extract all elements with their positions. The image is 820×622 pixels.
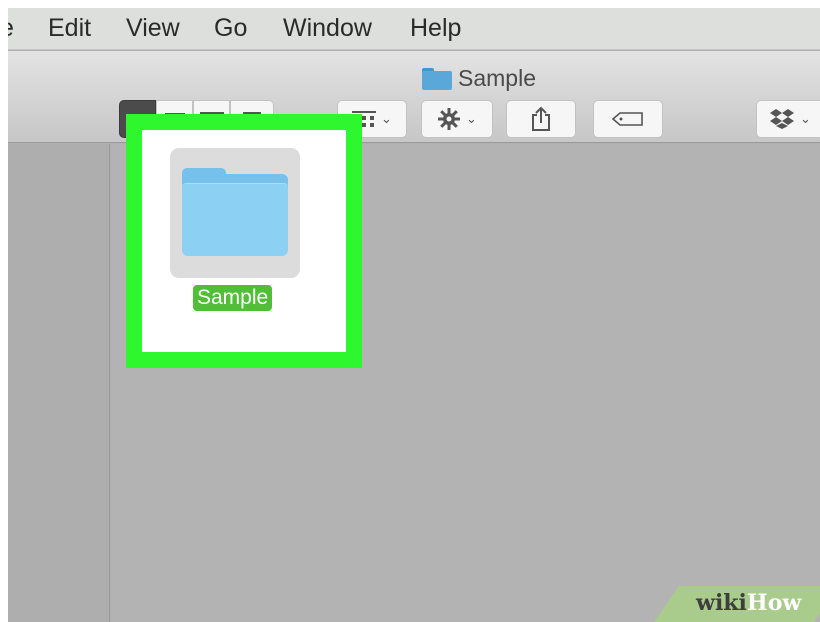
menu-window[interactable]: Window (283, 14, 372, 43)
action-button[interactable]: ⌄ (421, 100, 493, 138)
share-icon (532, 106, 550, 131)
menu-file[interactable]: e (8, 14, 14, 43)
menu-view[interactable]: View (126, 14, 180, 43)
menu-edit[interactable]: Edit (48, 14, 91, 43)
menu-bar: e Edit View Go Window Help (8, 8, 820, 50)
gear-icon (438, 108, 461, 130)
folder-item-sample[interactable] (170, 148, 300, 278)
window-title: Sample (422, 65, 536, 92)
chevron-down-icon: ⌄ (800, 111, 811, 126)
share-button[interactable] (506, 100, 576, 138)
window-title-text: Sample (458, 65, 536, 91)
dropbox-button[interactable]: ⌄ (756, 100, 820, 138)
folder-icon (422, 67, 452, 90)
dropbox-icon (770, 109, 794, 129)
finder-window: e Edit View Go Window Help Sample (8, 8, 820, 622)
folder-name-label[interactable]: Sample (193, 285, 273, 311)
chevron-down-icon: ⌄ (381, 111, 392, 126)
selected-item-highlight: Sample (126, 114, 362, 368)
chevron-down-icon: ⌄ (466, 111, 477, 126)
menu-go[interactable]: Go (214, 14, 247, 43)
menu-help[interactable]: Help (410, 14, 461, 43)
tag-icon (611, 112, 643, 126)
edit-tags-button[interactable] (593, 100, 663, 138)
folder-icon (182, 183, 288, 256)
sidebar (8, 144, 110, 622)
wikihow-watermark: wikiHow (696, 590, 802, 616)
